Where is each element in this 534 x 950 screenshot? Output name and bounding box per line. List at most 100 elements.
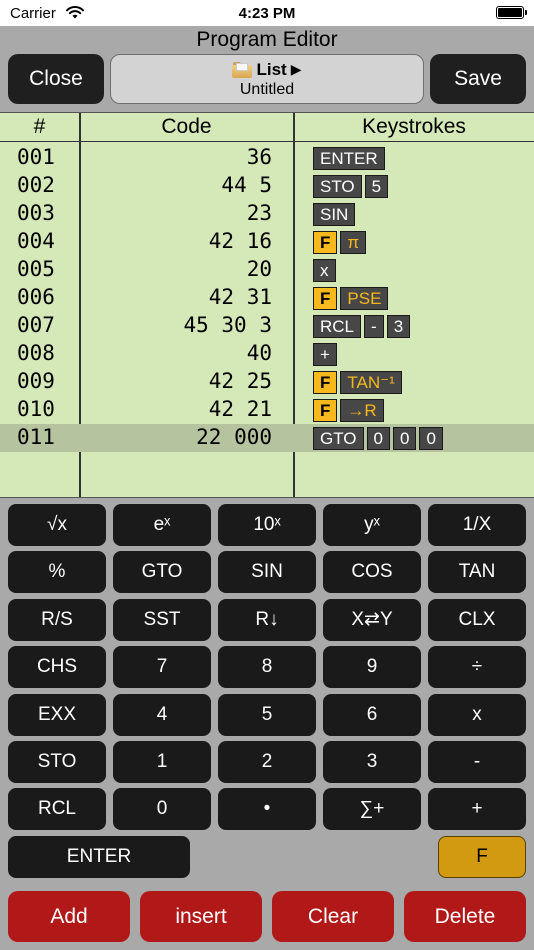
program-step-row[interactable]: 005 20 x <box>0 256 534 284</box>
step-number: 005 <box>17 257 55 281</box>
clock: 4:23 PM <box>238 5 296 22</box>
step-keystrokes: Fπ <box>313 231 367 254</box>
col-header-keystrokes: Keystrokes <box>362 115 466 138</box>
program-step-row[interactable]: 010 42 21 F →R <box>0 396 534 424</box>
key-r1-c5[interactable]: 1/X <box>428 504 526 546</box>
program-step-row[interactable]: 001 36 ENTER <box>0 144 534 172</box>
key-r2-c2[interactable]: GTO <box>113 551 211 594</box>
key-r6-c1[interactable]: STO <box>8 741 106 783</box>
key-r7-c1[interactable]: RCL <box>8 788 106 831</box>
key-r4-c4[interactable]: 9 <box>323 646 421 689</box>
key-r5-c4[interactable]: 6 <box>323 693 421 736</box>
key-r3-c5[interactable]: CLX <box>428 598 526 641</box>
keycap: + <box>313 343 337 366</box>
f-shift-keycap: F <box>313 399 338 422</box>
key-r2-c5[interactable]: TAN <box>428 551 526 594</box>
keycap: 5 <box>364 175 389 198</box>
key-r4-c3[interactable]: 8 <box>218 646 316 689</box>
program-step-row[interactable]: 003 23 SIN <box>0 200 534 228</box>
insert-button[interactable]: insert <box>140 891 262 942</box>
step-number: 006 <box>17 285 55 309</box>
enter-key[interactable]: ENTER <box>8 835 190 878</box>
program-list-button[interactable]: List ▶ Untitled <box>110 54 424 104</box>
program-step-row[interactable]: 009 42 25 F TAN⁻¹ <box>0 368 534 396</box>
f-shift-keycap: F <box>313 231 338 254</box>
keycap: 3 <box>386 315 411 338</box>
key-r6-c3[interactable]: 2 <box>218 741 316 783</box>
page-title: Program Editor <box>196 28 338 51</box>
key-r4-c5[interactable]: ÷ <box>428 646 526 689</box>
step-code: 20 <box>246 257 272 281</box>
step-number: 010 <box>17 397 55 421</box>
key-r1-c1[interactable]: √x <box>8 504 106 546</box>
col-header-code: Code <box>161 115 212 138</box>
keycap: SIN <box>313 203 356 226</box>
key-r4-c2[interactable]: 7 <box>113 646 211 689</box>
key-r7-c4[interactable]: ∑+ <box>323 788 421 831</box>
key-r2-c4[interactable]: COS <box>323 551 421 594</box>
add-button[interactable]: Add <box>8 891 130 942</box>
key-r1-c4[interactable]: yˣ <box>323 504 421 546</box>
battery-icon <box>496 6 527 19</box>
f-shift-keycap: F <box>313 371 338 394</box>
key-r5-c3[interactable]: 5 <box>218 693 316 736</box>
close-button[interactable]: Close <box>8 54 104 104</box>
step-keystrokes: SIN <box>313 203 356 226</box>
key-r7-c3[interactable]: • <box>218 788 316 831</box>
program-step-row[interactable]: 007 45 30 3 RCL -3 <box>0 312 534 340</box>
step-number: 002 <box>17 173 55 197</box>
key-r6-c4[interactable]: 3 <box>323 741 421 783</box>
step-number: 009 <box>17 369 55 393</box>
program-step-row[interactable]: 008 40 + <box>0 340 534 368</box>
step-code: 23 <box>246 201 272 225</box>
key-r3-c2[interactable]: SST <box>113 598 211 641</box>
step-keystrokes: + <box>313 343 337 366</box>
key-r5-c2[interactable]: 4 <box>113 693 211 736</box>
save-button[interactable]: Save <box>430 54 526 104</box>
key-r2-c3[interactable]: SIN <box>218 551 316 594</box>
program-listing[interactable]: # Code Keystrokes 001 36 ENTER 002 44 5 STO 5 0… <box>0 112 534 498</box>
keycap: x <box>313 259 336 282</box>
key-r7-c5[interactable]: + <box>428 788 526 831</box>
program-step-row[interactable]: 006 42 31 F PSE <box>0 284 534 312</box>
keycap: 0 <box>419 427 443 450</box>
keycap: RCL <box>313 315 362 338</box>
key-r5-c5[interactable]: x <box>428 693 526 736</box>
key-r5-c1[interactable]: EXX <box>8 693 106 736</box>
program-step-row[interactable]: 004 42 16 Fπ <box>0 228 534 256</box>
delete-button[interactable]: Delete <box>404 891 526 942</box>
program-step-row[interactable]: 002 44 5 STO 5 <box>0 172 534 200</box>
keycap: ENTER <box>313 147 385 170</box>
step-keystrokes: F →R <box>313 399 384 422</box>
program-name: Untitled <box>239 80 295 98</box>
key-r2-c1[interactable]: % <box>8 551 106 594</box>
step-keystrokes: GTO 0 0 0 <box>313 427 443 450</box>
keycap: TAN⁻¹ <box>340 371 402 394</box>
step-code: 22 000 <box>196 425 272 449</box>
listing-header: # Code Keystrokes <box>0 113 534 142</box>
program-step-row[interactable]: 011 22 000 GTO 0 0 0 <box>0 424 534 452</box>
key-r3-c3[interactable]: R↓ <box>218 598 316 641</box>
key-r1-c3[interactable]: 10ˣ <box>218 504 316 546</box>
key-r1-c2[interactable]: eˣ <box>113 504 211 546</box>
key-r7-c2[interactable]: 0 <box>113 788 211 831</box>
keycap: STO <box>313 175 362 198</box>
step-keystrokes: ENTER <box>313 147 385 170</box>
keycap: →R <box>340 399 384 422</box>
keycap: 0 <box>393 427 417 450</box>
step-keystrokes: F TAN⁻¹ <box>313 371 402 394</box>
step-number: 007 <box>17 313 55 337</box>
step-code: 44 5 <box>221 173 272 197</box>
step-number: 011 <box>17 425 55 449</box>
f-shift-key[interactable]: F <box>438 835 526 878</box>
key-r4-c1[interactable]: CHS <box>8 646 106 689</box>
clear-button[interactable]: Clear <box>272 891 394 942</box>
keycap: 0 <box>366 427 390 450</box>
key-r3-c4[interactable]: X⇄Y <box>323 598 421 641</box>
step-code: 36 <box>246 145 272 169</box>
step-code: 42 16 <box>208 229 272 253</box>
key-r3-c1[interactable]: R/S <box>8 598 106 641</box>
key-r6-c5[interactable]: - <box>428 741 526 783</box>
key-r6-c2[interactable]: 1 <box>113 741 211 783</box>
col-header-number: # <box>33 115 46 138</box>
